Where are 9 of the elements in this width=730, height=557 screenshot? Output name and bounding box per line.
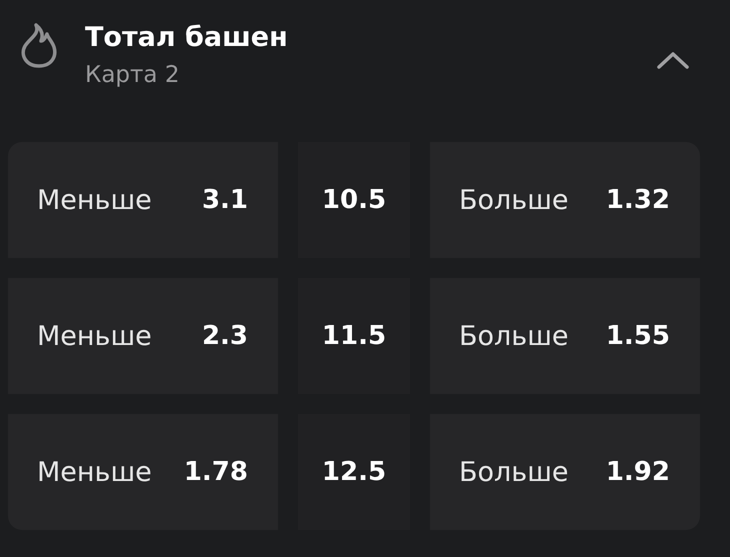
bet-button[interactable]: Больше 1.32 <box>430 142 700 258</box>
market-title: Тотал башен <box>85 21 289 55</box>
flame-icon <box>20 22 58 68</box>
bet-button[interactable]: Больше 1.55 <box>430 278 700 394</box>
market-subtitle: Карта 2 <box>85 61 180 90</box>
bet-button[interactable]: Меньше 2.3 <box>8 278 278 394</box>
bet-button[interactable]: Меньше 3.1 <box>8 142 278 258</box>
bet-button[interactable]: Меньше 1.78 <box>8 414 278 530</box>
bet-button[interactable]: Больше 1.92 <box>430 414 700 530</box>
